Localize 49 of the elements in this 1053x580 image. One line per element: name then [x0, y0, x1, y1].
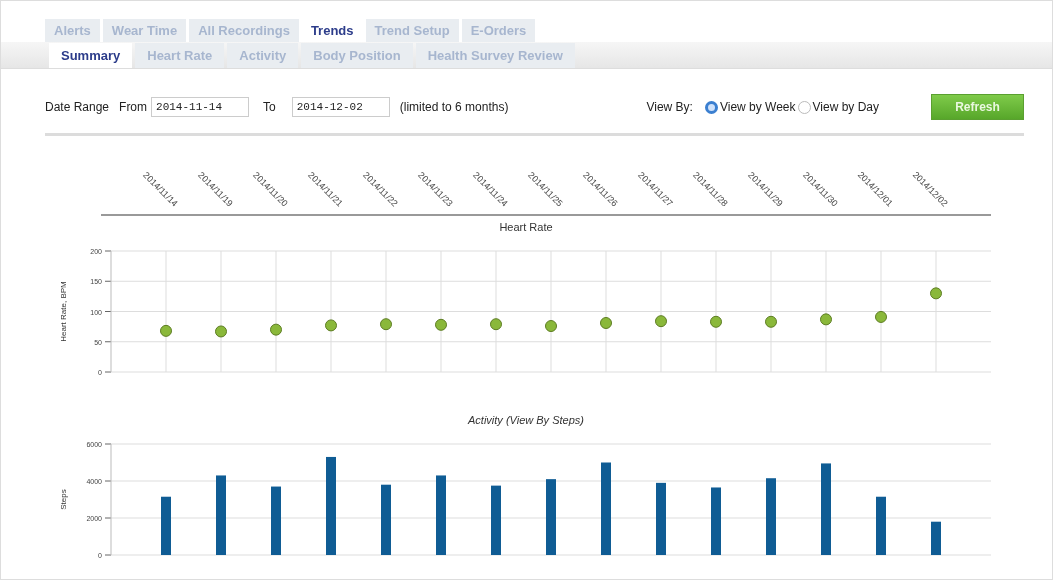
limit-note: (limited to 6 months)	[399, 100, 509, 114]
data-point	[765, 315, 777, 328]
data-point	[270, 323, 282, 336]
refresh-button[interactable]: Refresh	[931, 94, 1024, 120]
tab[interactable]: Wear Time	[102, 19, 187, 42]
tab[interactable]: All Recordings	[189, 19, 299, 42]
view-by-label: View By:	[646, 100, 693, 114]
data-point	[710, 315, 722, 328]
tab[interactable]: Trend Setup	[365, 19, 459, 42]
y-axis-label: Steps	[59, 489, 68, 510]
chart-title: Heart Rate	[499, 221, 553, 233]
data-point	[930, 287, 942, 300]
radio-button[interactable]	[704, 100, 718, 114]
bar	[381, 484, 391, 555]
data-point	[215, 325, 227, 338]
bar	[876, 496, 886, 555]
subtab[interactable]: Summary	[49, 43, 133, 68]
bar	[931, 521, 941, 555]
bar	[491, 485, 501, 555]
tab[interactable]: E-Orders	[461, 19, 536, 42]
data-point	[160, 324, 172, 337]
subtab[interactable]: Activity	[227, 43, 299, 68]
data-point	[490, 318, 502, 331]
data-point	[380, 318, 392, 331]
radio-label: View by Week	[719, 100, 796, 114]
from-label: From	[119, 100, 148, 114]
bar	[161, 496, 171, 555]
bar	[711, 487, 721, 555]
chart-title: Activity (View By Steps)	[468, 414, 584, 426]
data-point	[325, 319, 337, 332]
radio-button[interactable]	[797, 100, 811, 114]
tab[interactable]: Trends	[301, 19, 363, 42]
to-date-field[interactable]: 2014-12-02	[291, 97, 390, 117]
subtab[interactable]: Heart Rate	[135, 43, 225, 68]
data-point	[875, 310, 887, 323]
subtab[interactable]: Body Position	[301, 43, 413, 68]
tab[interactable]: Alerts	[45, 19, 100, 42]
data-point	[655, 315, 667, 328]
to-label: To	[263, 100, 276, 114]
date-range-label: Date Range	[45, 100, 110, 114]
y-axis-label: Heart Rate, BPM	[59, 281, 68, 342]
subtab[interactable]: Health Survey Review	[415, 43, 575, 68]
radio-label: View by Day	[812, 100, 879, 114]
data-point	[600, 317, 612, 329]
data-point	[820, 313, 832, 326]
data-point	[435, 318, 447, 331]
bar	[271, 486, 281, 555]
from-date-field[interactable]: 2014-11-14	[151, 97, 250, 117]
data-point	[545, 320, 557, 332]
